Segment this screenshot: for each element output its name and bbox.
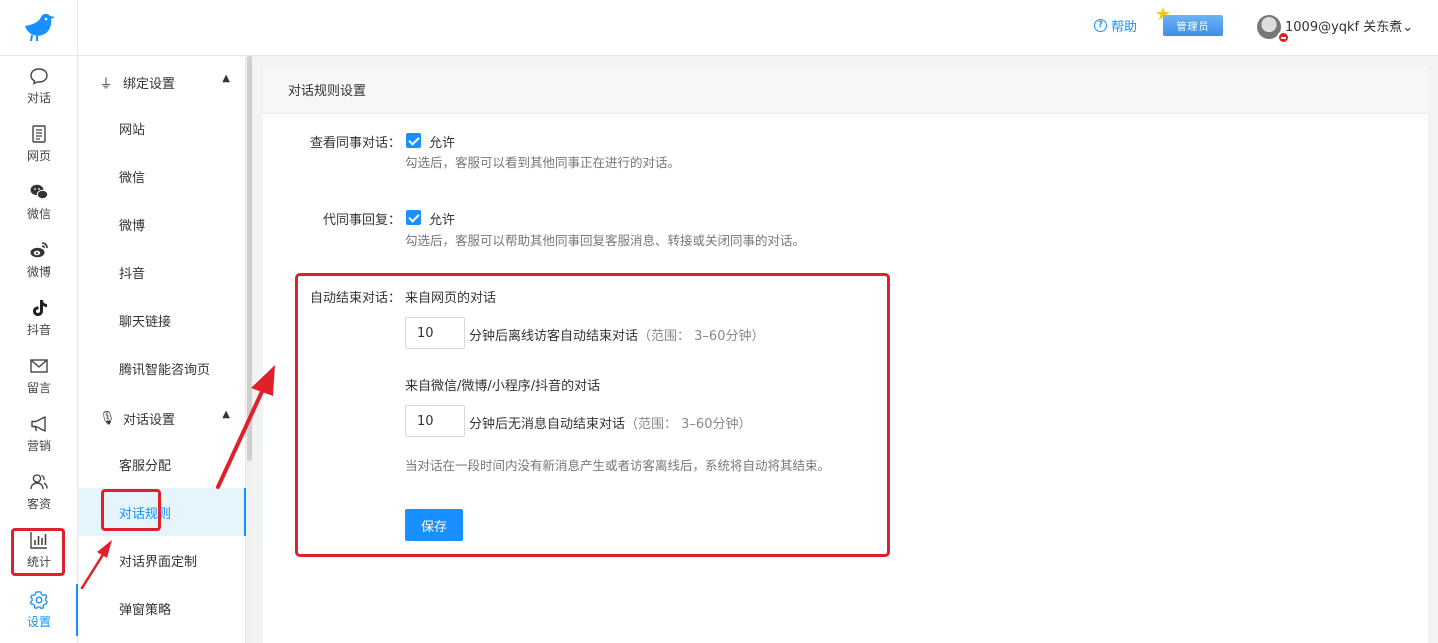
submenu-scrollbar-thumb[interactable] [247,56,252,461]
submenu-item-ui-custom[interactable]: 对话界面定制 [79,536,246,584]
rail-label: 设置 [26,615,51,629]
weibo-icon [30,242,48,258]
annotation-box-dialog-rules [101,489,161,531]
rail-item-customers[interactable]: 客资 [0,466,78,518]
submenu-item-wechat[interactable]: 微信 [79,152,246,200]
rail-label: 抖音 [26,323,51,337]
rail-item-webpage[interactable]: 网页 [0,118,78,170]
wechat-icon [30,184,49,200]
mail-icon [30,359,48,373]
settings-submenu: ⏚ 绑定设置 ▲ 网站 微信 微博 抖音 聊天链接 腾讯智能咨询页 🎙 对话设置… [79,56,246,643]
rail-item-douyin[interactable]: 抖音 [0,292,78,344]
bird-logo-icon [24,13,55,42]
users-icon [30,474,48,490]
douyin-icon [33,300,47,316]
rail-label: 微博 [26,265,51,279]
reply-colleague-hint: 勾选后，客服可以帮助其他同事回复客服消息、转接或关闭同事的对话。 [405,233,806,248]
rail-item-marketing[interactable]: 营销 [0,408,78,460]
annotation-box-settings [11,528,65,576]
view-colleague-option[interactable]: 允许 [429,132,455,151]
top-bar: ? 帮助 ★ 管理员 1009@yqkf 关东煮⌄ [0,0,1438,56]
active-indicator [76,584,78,636]
rail-item-chat[interactable]: 对话 [0,60,78,112]
submenu-item-popup-policy[interactable]: 弹窗策略 [79,584,246,632]
group-label: 绑定设置 [123,76,176,92]
view-colleague-hint: 勾选后，客服可以看到其他同事正在进行的对话。 [405,155,681,170]
reply-colleague-checkbox[interactable] [406,210,421,225]
group-dialog-settings[interactable]: 🎙 对话设置 ▲ [79,394,246,442]
chat-bubble-icon [30,68,48,85]
submenu-item-weibo[interactable]: 微博 [79,200,246,248]
rail-item-weibo[interactable]: 微博 [0,234,78,286]
chevron-up-icon: ▲ [222,409,230,420]
view-colleague-label: 查看同事对话： [309,136,401,151]
help-label: 帮助 [1111,20,1138,35]
rail-label: 网页 [26,149,51,163]
chevron-down-icon: ⌄ [1402,20,1414,35]
rail-label: 营销 [26,439,51,453]
rail-item-message[interactable]: 留言 [0,350,78,402]
help-link[interactable]: ? 帮助 [1094,16,1137,35]
app-logo[interactable] [0,0,78,56]
chevron-up-icon: ▲ [222,73,230,84]
submenu-item-tencent-page[interactable]: 腾讯智能咨询页 [79,344,246,392]
webpage-icon [32,125,46,143]
microphone-icon: 🎙 [99,410,116,426]
rail-item-wechat[interactable]: 微信 [0,176,78,228]
submenu-item-website[interactable]: 网站 [79,104,246,152]
view-colleague-checkbox[interactable] [406,133,421,148]
megaphone-icon [31,416,46,432]
user-menu[interactable]: 1009@yqkf 关东煮⌄ [1285,16,1413,35]
rail-label: 对话 [26,91,51,105]
reply-colleague-label: 代同事回复： [322,213,401,228]
annotation-box-auto-end [295,273,890,557]
page-title: 对话规则设置 [263,66,1428,114]
submenu-item-agent-assign[interactable]: 客服分配 [79,440,246,488]
rail-label: 留言 [26,381,51,395]
submenu-item-douyin[interactable]: 抖音 [79,248,246,296]
username-label: 1009@yqkf 关东煮 [1285,20,1403,35]
submenu-item-chat-link[interactable]: 聊天链接 [79,296,246,344]
rail-label: 客资 [26,497,51,511]
rail-label: 微信 [26,207,51,221]
group-binding-settings[interactable]: ⏚ 绑定设置 ▲ [79,58,246,106]
admin-badge: 管理员 [1163,15,1223,36]
reply-colleague-option[interactable]: 允许 [429,209,455,228]
plug-icon: ⏚ [99,76,113,92]
group-label: 对话设置 [123,412,176,428]
gear-icon [29,591,48,610]
rail-item-settings[interactable]: 设置 [0,584,78,636]
help-icon: ? [1094,19,1107,32]
